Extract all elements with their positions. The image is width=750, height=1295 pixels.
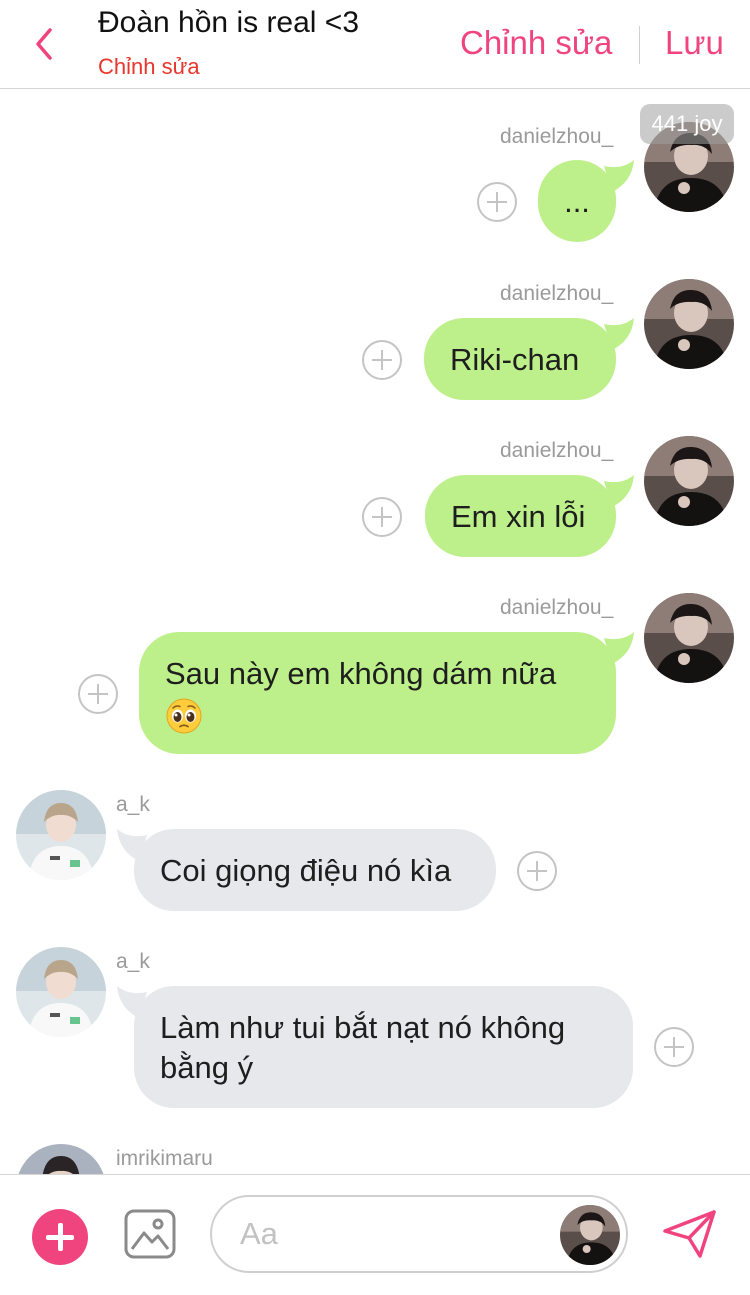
- image-icon[interactable]: [124, 1209, 176, 1259]
- avatar[interactable]: [644, 593, 734, 683]
- avatar[interactable]: [16, 947, 106, 1037]
- message-sender: danielzhou_: [500, 125, 614, 148]
- add-reaction-icon[interactable]: [362, 340, 402, 380]
- message-sender: danielzhou_: [500, 439, 614, 462]
- avatar[interactable]: [16, 790, 106, 880]
- add-reaction-icon[interactable]: [477, 182, 517, 222]
- message-text: Riki-chan: [450, 342, 580, 377]
- add-reaction-icon[interactable]: [78, 674, 118, 714]
- send-icon[interactable]: [662, 1209, 718, 1259]
- avatar[interactable]: [644, 279, 734, 369]
- chevron-left-icon[interactable]: [30, 26, 60, 62]
- add-reaction-icon[interactable]: [654, 1027, 694, 1067]
- header: Đoàn hồn is real <3 Chỉnh sửa Chỉnh sửa …: [0, 0, 750, 89]
- page-subtitle[interactable]: Chỉnh sửa: [98, 54, 200, 80]
- add-reaction-icon[interactable]: [362, 497, 402, 537]
- save-button[interactable]: Lưu: [665, 24, 724, 62]
- message-bubble[interactable]: Sau này em không dám nữa: [139, 632, 616, 754]
- message-sender: danielzhou_: [500, 282, 614, 305]
- avatar[interactable]: [16, 1144, 106, 1174]
- message-bubble[interactable]: Em xin lỗi: [425, 475, 616, 557]
- message-text: ...: [564, 184, 590, 219]
- joy-count-badge: 441 joy: [640, 104, 734, 144]
- avatar[interactable]: [644, 436, 734, 526]
- header-divider: [639, 26, 640, 64]
- edit-button[interactable]: Chỉnh sửa: [460, 24, 612, 62]
- pleading-face-icon: [165, 697, 203, 735]
- message-sender: a_k: [116, 793, 150, 816]
- message-list[interactable]: danielzhou_ ... danielzhou_ Riki-chan da…: [0, 89, 750, 1174]
- message-sender: imrikimaru: [116, 1147, 213, 1170]
- avatar[interactable]: [560, 1205, 620, 1265]
- message-bubble[interactable]: Coi giọng điệu nó kìa: [134, 829, 496, 911]
- message-text: Coi giọng điệu nó kìa: [160, 853, 452, 888]
- message-bubble[interactable]: Làm như tui bắt nạt nó không bằng ý: [134, 986, 633, 1108]
- message-bubble[interactable]: ...: [538, 160, 616, 242]
- message-sender: danielzhou_: [500, 596, 614, 619]
- plus-circle-icon[interactable]: [32, 1209, 88, 1265]
- add-reaction-icon[interactable]: [517, 851, 557, 891]
- page-title: Đoàn hồn is real <3: [98, 6, 360, 39]
- message-text: Làm như tui bắt nạt nó không bằng ý: [160, 1010, 566, 1085]
- message-input[interactable]: [240, 1211, 540, 1257]
- composer-bar: [0, 1174, 750, 1295]
- message-bubble[interactable]: Riki-chan: [424, 318, 616, 400]
- message-input-box[interactable]: [210, 1195, 628, 1273]
- message-text: Em xin lỗi: [451, 499, 586, 534]
- message-sender: a_k: [116, 950, 150, 973]
- message-text: Sau này em không dám nữa: [165, 656, 557, 691]
